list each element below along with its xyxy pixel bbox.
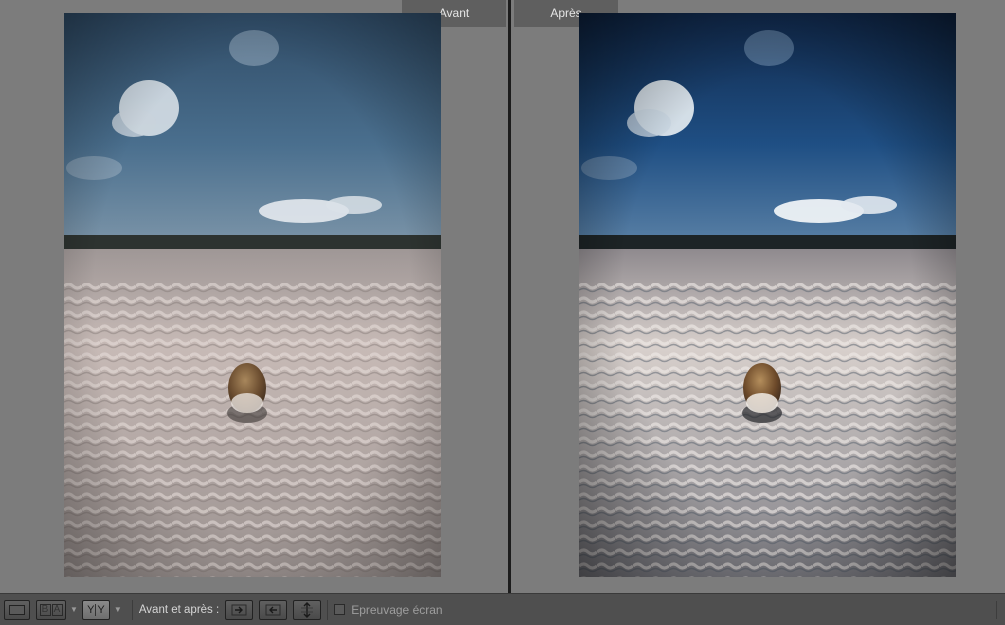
before-photo[interactable] — [64, 13, 441, 577]
copy-before-to-after-button[interactable] — [225, 599, 254, 620]
soft-proofing-checkbox[interactable] — [334, 604, 346, 615]
soft-proofing-label[interactable]: Epreuvage écran — [351, 603, 442, 617]
toolbar-divider — [131, 599, 133, 620]
arrow-right-icon — [231, 604, 247, 615]
single-view-icon — [9, 604, 25, 615]
ba-options-chevron-down-icon[interactable]: ▼ — [70, 605, 78, 614]
side-by-side-ba-button[interactable]: B A — [36, 599, 66, 620]
side-by-side-ba-icon: B A — [39, 603, 63, 616]
before-after-label: Avant et après : — [138, 603, 220, 616]
copy-after-to-before-button[interactable] — [259, 599, 288, 620]
split-yy-button[interactable]: YY — [81, 599, 110, 620]
after-photo[interactable] — [579, 13, 956, 577]
swap-arrows-icon — [301, 601, 314, 618]
before-photo-image — [64, 13, 441, 577]
toolbar-divider-2 — [327, 599, 329, 620]
yy-options-chevron-down-icon[interactable]: ▼ — [114, 605, 122, 614]
after-photo-image — [579, 13, 956, 577]
arrow-left-icon — [265, 604, 281, 615]
bottom-toolbar: B A ▼ YY ▼ Avant et après : Epreuvage éc… — [0, 593, 1005, 625]
swap-before-after-button[interactable] — [293, 599, 322, 620]
toolbar-end-divider — [996, 601, 997, 619]
single-view-button[interactable] — [4, 599, 30, 620]
compare-view-stage: Avant Après — [0, 0, 1005, 593]
split-divider — [508, 0, 511, 593]
split-yy-icon: YY — [87, 603, 105, 616]
